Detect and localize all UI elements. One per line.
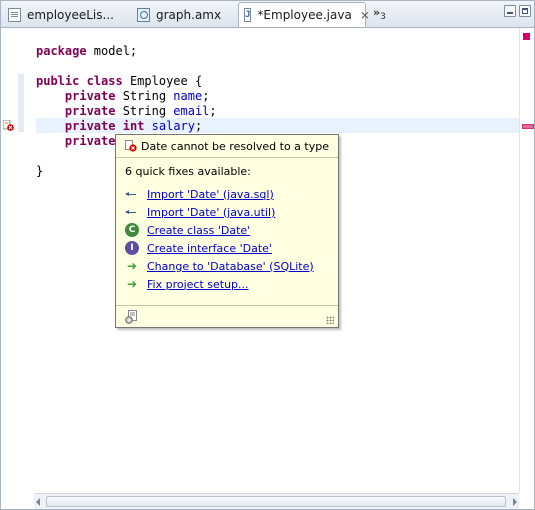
quick-fix-link[interactable]: Change to 'Database' (SQLite) [147, 260, 314, 273]
quick-fix-footer [116, 305, 338, 328]
minimize-button[interactable] [504, 5, 516, 17]
tab-employee-java[interactable]: J *Employee.java ⨯ [238, 2, 370, 27]
java-file-icon: J [244, 8, 252, 22]
code-line-5: private String email; [64, 104, 217, 118]
horizontal-scrollbar[interactable] [34, 493, 519, 509]
quick-fix-link[interactable]: Fix project setup... [147, 278, 249, 291]
error-icon [125, 140, 137, 152]
import-icon [125, 187, 139, 201]
quick-fix-link[interactable]: Create interface 'Date' [147, 242, 272, 255]
editor-tab-bar: employeeLis... graph.amx J *Employee.jav… [1, 1, 534, 28]
quick-fix-header: Date cannot be resolved to a type [116, 135, 338, 158]
error-overview-marker[interactable] [522, 124, 534, 129]
code-line-4: private String name; [64, 89, 210, 103]
quick-fix-item[interactable]: ➜ Fix project setup... [125, 276, 249, 292]
graph-icon [137, 7, 150, 22]
quick-fix-popup: Date cannot be resolved to a type 6 quic… [115, 134, 339, 328]
create-interface-icon: I [125, 241, 139, 255]
tab-label: *Employee.java [257, 8, 352, 22]
change-icon: ➜ [126, 259, 138, 273]
code-line-6: private int salary; [64, 119, 203, 133]
configure-problem-icon[interactable] [125, 310, 139, 324]
quick-fix-item[interactable]: I Create interface 'Date' [125, 240, 272, 256]
close-tab-icon[interactable]: ⨯ [360, 8, 370, 22]
left-ruler [1, 28, 18, 493]
import-icon [125, 205, 139, 219]
quick-fix-item[interactable]: C Create class 'Date' [125, 222, 250, 238]
tab-employee-list[interactable]: employeeLis... [3, 3, 129, 26]
quick-fix-item[interactable]: ➜ Change to 'Database' (SQLite) [125, 258, 314, 274]
tab-label: graph.amx [156, 7, 222, 22]
overview-ruler[interactable] [519, 28, 534, 493]
scroll-left-icon[interactable] [36, 498, 40, 506]
quick-fix-link[interactable]: Create class 'Date' [147, 224, 250, 237]
quick-fix-link[interactable]: Import 'Date' (java.sql) [147, 188, 274, 201]
tab-overflow-button[interactable]: »3 [373, 6, 386, 22]
overflow-count: 3 [380, 12, 386, 23]
code-line-3: public class Employee { [36, 74, 203, 88]
resize-grip-icon[interactable] [326, 316, 334, 324]
create-class-icon: C [125, 223, 139, 237]
error-lightbulb-icon[interactable] [3, 120, 14, 131]
change-ruler-bar [18, 74, 24, 132]
quick-fix-item[interactable]: Import 'Date' (java.sql) [125, 186, 274, 202]
scroll-right-icon[interactable] [513, 498, 517, 506]
maximize-button[interactable] [519, 5, 531, 17]
problem-description: Date cannot be resolved to a type [141, 139, 329, 153]
tab-graph-amx[interactable]: graph.amx [132, 3, 236, 26]
quick-fix-count: 6 quick fixes available: [125, 165, 251, 178]
quick-fix-link[interactable]: Import 'Date' (java.util) [147, 206, 275, 219]
quick-fix-item[interactable]: Import 'Date' (java.util) [125, 204, 275, 220]
error-indicator-icon[interactable] [523, 33, 530, 40]
tab-label: employeeLis... [27, 7, 114, 22]
change-icon: ➜ [126, 277, 138, 291]
code-line-1: package model; [36, 44, 138, 58]
editor-window: employeeLis... graph.amx J *Employee.jav… [0, 0, 535, 510]
document-icon [8, 7, 21, 22]
scrollbar-thumb[interactable] [46, 496, 506, 507]
